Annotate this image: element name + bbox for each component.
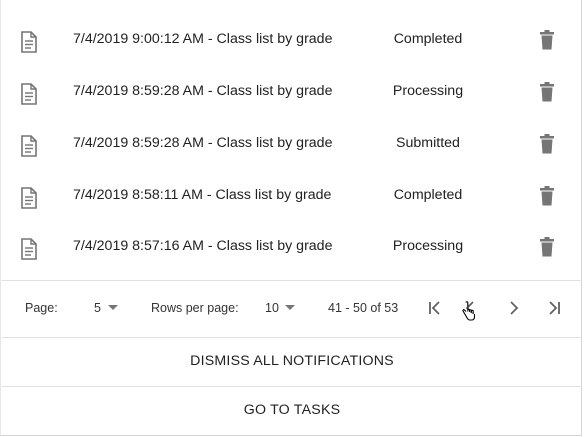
document-icon: [20, 31, 38, 53]
notification-row: 7/4/2019 8:59:28 AM - Class list by grad…: [1, 132, 582, 184]
dismiss-all-label: DISMISS ALL NOTIFICATIONS: [190, 353, 394, 369]
document-icon: [20, 238, 38, 260]
trash-icon[interactable]: [539, 186, 555, 206]
rows-per-page-value: 10: [265, 301, 279, 315]
trash-icon[interactable]: [539, 237, 555, 257]
trash-icon[interactable]: [539, 134, 555, 154]
notification-row: 7/4/2019 9:00:12 AM - Class list by grad…: [1, 28, 582, 80]
rows-per-page-select[interactable]: 10: [265, 300, 297, 316]
page-select-value: 5: [94, 301, 101, 315]
page-select[interactable]: 5: [94, 300, 120, 316]
page-label: Page:: [25, 301, 58, 315]
first-page-icon[interactable]: [425, 298, 445, 318]
chevron-down-icon: [285, 305, 295, 310]
notification-title: 7/4/2019 8:57:16 AM - Class list by grad…: [73, 238, 333, 254]
chevron-right-icon[interactable]: [504, 298, 524, 318]
notification-title: 7/4/2019 9:00:12 AM - Class list by grad…: [73, 31, 333, 47]
trash-icon[interactable]: [539, 82, 555, 102]
notification-status: Submitted: [396, 135, 460, 151]
go-to-tasks-label: GO TO TASKS: [243, 402, 341, 418]
divider: [2, 280, 582, 281]
notification-status: Processing: [392, 83, 464, 99]
last-page-icon[interactable]: [544, 298, 564, 318]
notification-status: Completed: [393, 31, 463, 47]
go-to-tasks-button[interactable]: GO TO TASKS: [2, 386, 582, 434]
notification-row: 7/4/2019 8:59:28 AM - Class list by grad…: [1, 80, 582, 132]
notification-title: 7/4/2019 8:58:11 AM - Class list by grad…: [73, 187, 332, 203]
hand-cursor-icon: [460, 300, 480, 326]
rows-per-page-label: Rows per page:: [151, 301, 239, 315]
trash-icon[interactable]: [539, 30, 555, 50]
document-icon: [20, 135, 38, 157]
notification-title: 7/4/2019 8:59:28 AM - Class list by grad…: [73, 135, 333, 151]
dismiss-all-notifications-button[interactable]: DISMISS ALL NOTIFICATIONS: [2, 337, 582, 385]
notification-title: 7/4/2019 8:59:28 AM - Class list by grad…: [73, 83, 333, 99]
notification-row: 7/4/2019 8:58:11 AM - Class list by grad…: [1, 184, 582, 236]
notification-status: Processing: [392, 238, 464, 254]
document-icon: [20, 187, 38, 209]
page-range: 41 - 50 of 53: [328, 301, 399, 315]
document-icon: [20, 83, 38, 105]
notification-status: Completed: [393, 187, 463, 203]
notifications-panel: 7/4/2019 9:00:12 AM - Class list by grad…: [0, 0, 582, 436]
chevron-down-icon: [108, 305, 118, 310]
